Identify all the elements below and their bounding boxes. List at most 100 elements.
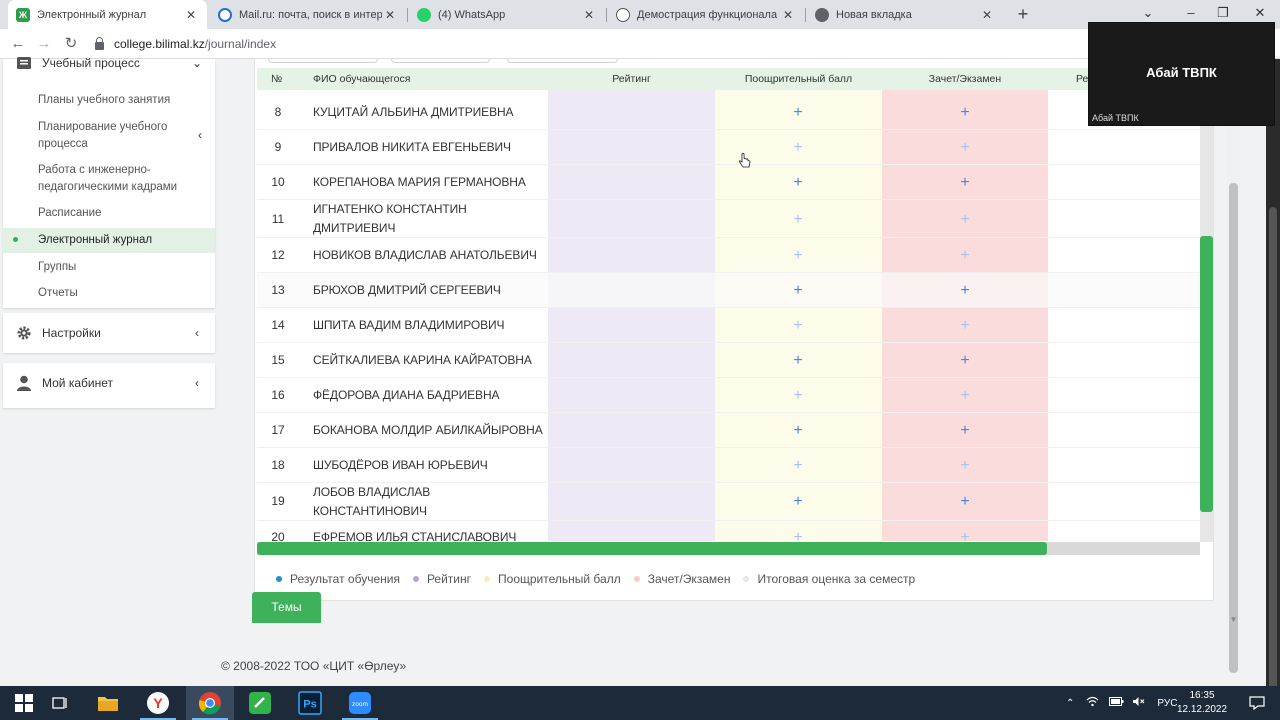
sidebar-item-cabinet[interactable]: Мой кабинет ‹ — [3, 363, 215, 403]
sidebar-item-learning-process[interactable]: Учебный процесс ⌄ — [3, 43, 215, 83]
outer-scrollbar[interactable] — [1266, 59, 1280, 720]
yandex-browser-icon[interactable]: Y — [134, 686, 182, 720]
tab-separator — [407, 8, 408, 22]
add-exam-button[interactable]: + — [955, 388, 975, 404]
tab-title: Демострация функционала — [637, 8, 778, 21]
notifications-icon[interactable] — [1234, 686, 1280, 720]
add-exam-button[interactable]: + — [955, 283, 975, 299]
add-exam-button[interactable]: + — [955, 494, 975, 510]
tab-electronic-journal[interactable]: Ж Электронный журнал ✕ — [8, 0, 207, 29]
sidebar-item-planning[interactable]: Планирование учебного процесса ‹ — [3, 119, 215, 153]
volume-muted-icon[interactable] — [1132, 696, 1145, 710]
add-exam-button[interactable]: + — [955, 458, 975, 474]
legend-dot-icon — [633, 576, 640, 582]
tab-whatsapp[interactable]: (4) WhatsApp ✕ — [409, 0, 605, 29]
legend-dot-icon — [276, 576, 282, 582]
journal-favicon-icon: Ж — [16, 7, 30, 22]
page-scroll-thumb[interactable] — [1229, 183, 1238, 673]
tab-new[interactable]: Новая вкладка ✕ — [807, 0, 1003, 29]
minimize-icon[interactable]: – — [1176, 2, 1206, 24]
row-number: 14 — [271, 318, 285, 332]
add-bonus-button[interactable]: + — [788, 353, 808, 369]
sidebar-item-settings[interactable]: Настройки ‹ — [3, 313, 215, 353]
chrome-icon[interactable] — [186, 686, 234, 720]
mail-favicon-icon — [218, 7, 232, 22]
table-horizontal-scroll-thumb[interactable] — [257, 542, 1047, 555]
add-bonus-button[interactable]: + — [788, 105, 808, 121]
tab-close-icon[interactable]: ✕ — [979, 8, 995, 22]
close-window-icon[interactable]: ✕ — [1245, 2, 1275, 24]
sidebar-item-lesson-plans[interactable]: Планы учебного занятия — [3, 92, 215, 109]
add-bonus-button[interactable]: + — [788, 494, 808, 510]
toolbar-button[interactable] — [268, 59, 378, 63]
themes-button[interactable]: Темы — [252, 592, 321, 623]
battery-icon[interactable] — [1109, 697, 1124, 709]
add-bonus-button[interactable]: + — [788, 458, 808, 474]
toolbar-button[interactable] — [391, 59, 490, 63]
column-legend: Результат обучения Рейтинг Поощрительный… — [276, 571, 928, 587]
sidebar-item-schedule[interactable]: Расписание — [3, 205, 215, 222]
tab-title: (4) WhatsApp — [438, 8, 506, 21]
sidebar-item-groups[interactable]: Группы — [3, 259, 215, 276]
add-bonus-button[interactable]: + — [788, 318, 808, 334]
task-view-icon[interactable] — [36, 686, 84, 720]
add-bonus-button[interactable]: + — [788, 423, 808, 439]
add-bonus-button[interactable]: + — [788, 388, 808, 404]
add-bonus-button[interactable]: + — [788, 248, 808, 264]
sidebar-item-reports[interactable]: Отчеты — [3, 285, 215, 302]
zoom-participant-label: Абай ТВПК — [1092, 113, 1139, 123]
add-exam-button[interactable]: + — [955, 175, 975, 191]
student-name: ПРИВАЛОВ НИКИТА ЕВГЕНЬЕВИЧ — [313, 140, 511, 154]
globe-favicon-icon — [616, 7, 630, 22]
sidebar-item-staff[interactable]: Работа с инженерно-педагогическими кадра… — [3, 162, 215, 196]
student-name: ШУБОДЁРОВ ИВАН ЮРЬЕВИЧ — [313, 458, 488, 472]
add-exam-button[interactable]: + — [955, 248, 975, 264]
add-exam-button[interactable]: + — [955, 140, 975, 156]
maximize-icon[interactable]: ❐ — [1208, 2, 1238, 24]
book-icon — [15, 55, 33, 71]
taskbar-clock[interactable]: 16:35 12.12.2022 — [1172, 689, 1232, 717]
sidebar-item-journal[interactable]: Электронный журнал — [3, 228, 215, 253]
student-name: ФЁДОРОВА ДИАНА БАДРИЕВНА — [313, 388, 500, 402]
student-name: ИГНАТЕНКО КОНСТАНТИН ДМИТРИЕВИЧ — [313, 202, 467, 235]
tab-demo[interactable]: Демострация функционала ✕ — [608, 0, 804, 29]
add-exam-button[interactable]: + — [955, 530, 975, 543]
row-number: 19 — [271, 494, 285, 508]
table-vertical-scroll-thumb[interactable] — [1200, 236, 1213, 512]
green-app-icon[interactable] — [236, 686, 284, 720]
tab-close-icon[interactable]: ✕ — [581, 8, 597, 22]
add-exam-button[interactable]: + — [955, 353, 975, 369]
tab-close-icon[interactable]: ✕ — [780, 8, 796, 22]
tray-expand-icon[interactable]: ⌃ — [1066, 698, 1074, 709]
student-name: ЛОБОВ ВЛАДИСЛАВ КОНСТАНТИНОВИЧ — [313, 485, 431, 518]
legend-label: Зачет/Экзамен — [647, 572, 731, 586]
wifi-icon[interactable] — [1086, 696, 1099, 710]
add-bonus-button[interactable]: + — [788, 212, 808, 228]
page-scrollbar[interactable]: ▼ — [1227, 59, 1240, 673]
toolbar-button[interactable] — [507, 59, 618, 63]
tab-mail[interactable]: Mail.ru: почта, поиск в интернет ✕ — [210, 0, 406, 29]
new-tab-icon[interactable]: + — [1012, 3, 1034, 25]
photoshop-icon[interactable]: Ps — [286, 686, 334, 720]
add-exam-button[interactable]: + — [955, 318, 975, 334]
outer-scroll-thumb[interactable] — [1269, 207, 1277, 720]
sidebar-settings-card: Настройки ‹ — [3, 313, 215, 353]
legend-label: Результат обучения — [290, 572, 400, 586]
add-bonus-button[interactable]: + — [788, 530, 808, 543]
add-exam-button[interactable]: + — [955, 105, 975, 121]
tab-search-icon[interactable]: ⌄ — [1133, 2, 1163, 24]
tab-close-icon[interactable]: ✕ — [183, 8, 199, 22]
page-footer: © 2008-2022 ТОО «ЦИТ «Өрлеу» — [221, 659, 407, 673]
table-row: 16 ФЁДОРОВА ДИАНА БАДРИЕВНА + + — [257, 378, 1200, 413]
tab-close-icon[interactable]: ✕ — [382, 8, 398, 22]
file-explorer-icon[interactable] — [84, 686, 132, 720]
add-exam-button[interactable]: + — [955, 423, 975, 439]
sidebar: Учебный процесс ⌄ Планы учебного занятия… — [0, 56, 217, 686]
add-bonus-button[interactable]: + — [788, 140, 808, 156]
add-bonus-button[interactable]: + — [788, 283, 808, 299]
add-exam-button[interactable]: + — [955, 212, 975, 228]
zoom-app-icon[interactable]: zoom — [336, 686, 384, 720]
table-row: 12 НОВИКОВ ВЛАДИСЛАВ АНАТОЛЬЕВИЧ + + — [257, 238, 1200, 273]
add-bonus-button[interactable]: + — [788, 175, 808, 191]
scroll-down-arrow-icon[interactable]: ▼ — [1227, 615, 1240, 624]
